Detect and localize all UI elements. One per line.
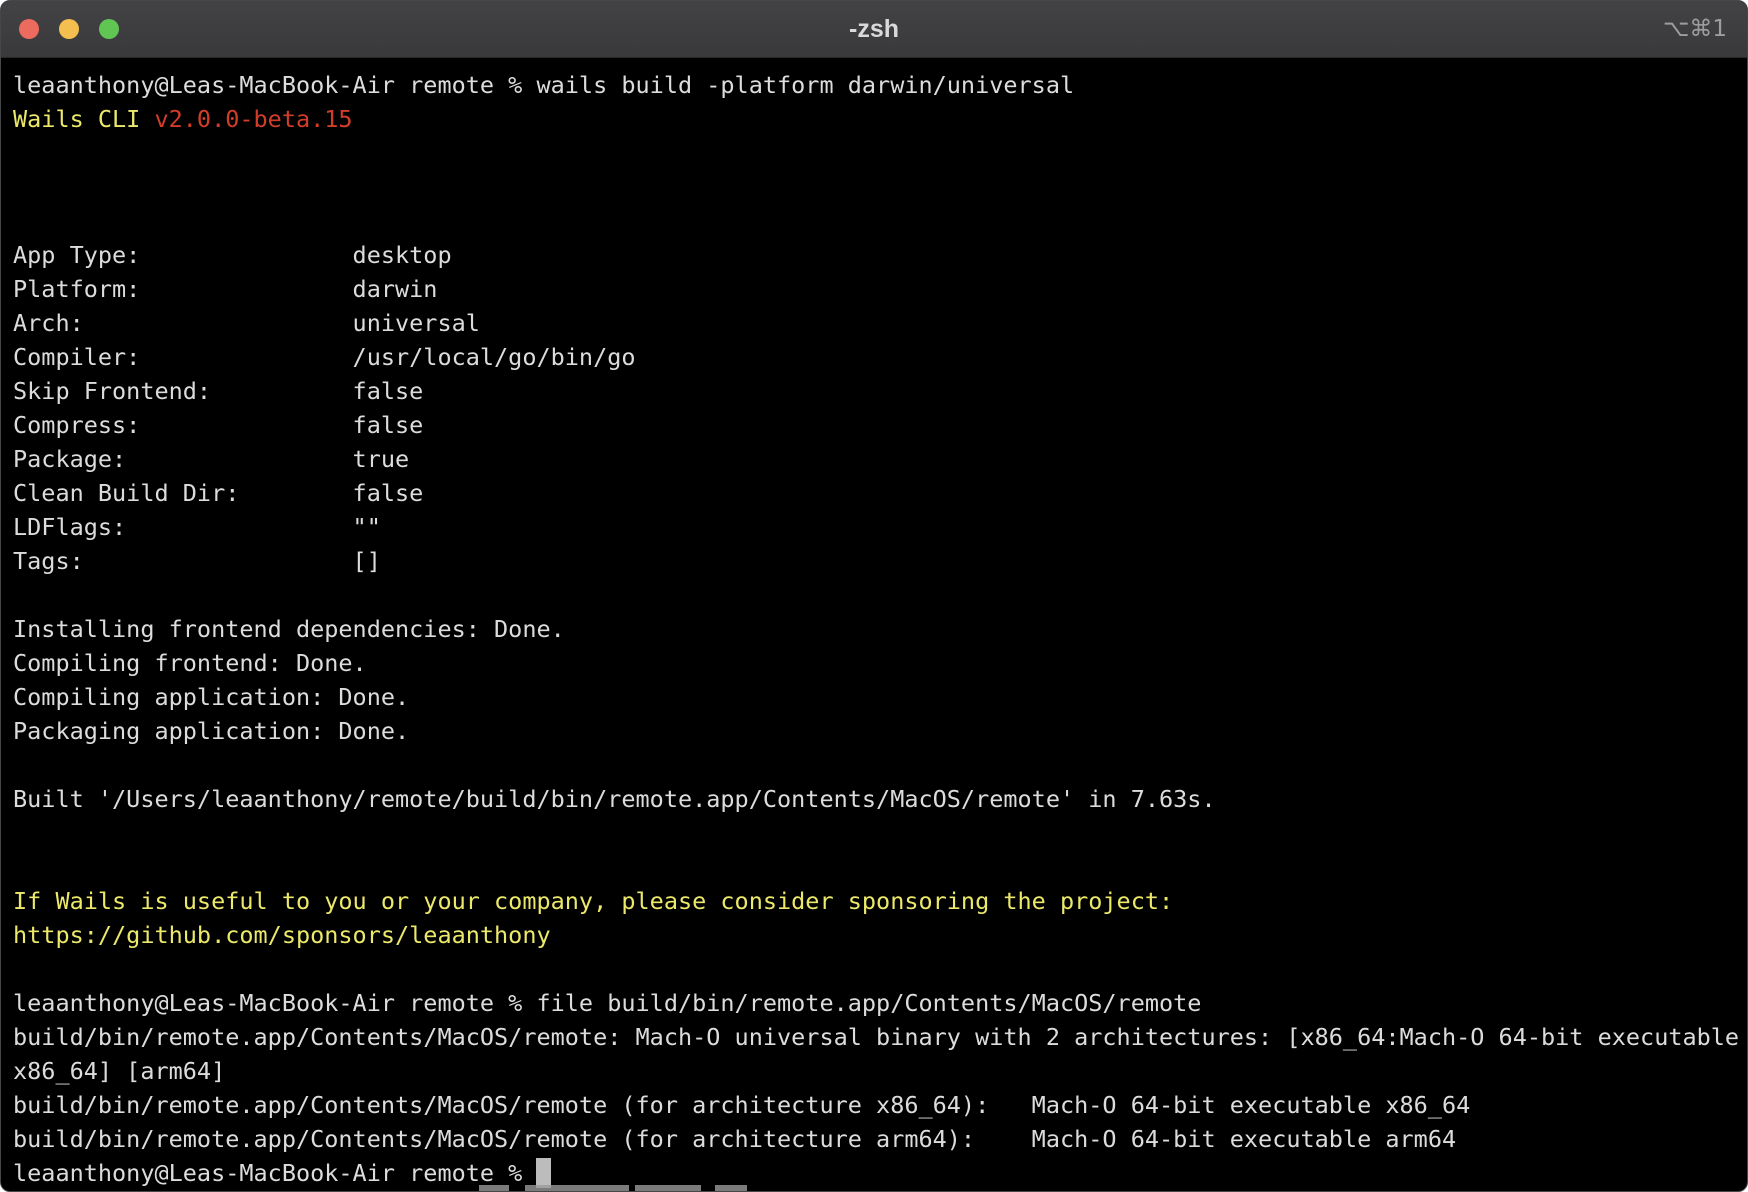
text-segment: Clean Build Dir: false [13, 479, 423, 507]
sponsor-url[interactable]: https://github.com/sponsors/leaanthony [13, 921, 551, 949]
terminal-line [13, 204, 1747, 238]
cutoff-line-artifact [479, 1185, 747, 1191]
wails-cli-version: Wails CLI v2.0.0-beta.15 [13, 102, 1747, 136]
block-cursor [536, 1158, 551, 1188]
text-segment: Built '/Users/leaanthony/remote/build/bi… [13, 785, 1216, 813]
terminal-line [13, 170, 1747, 204]
file-output-universal: build/bin/remote.app/Contents/MacOS/remo… [13, 1020, 1747, 1054]
text-segment: Arch: universal [13, 309, 480, 337]
text-segment: App Type: desktop [13, 241, 452, 269]
sponsor-message: If Wails is useful to you or your compan… [13, 884, 1747, 918]
file-output-universal-wrap: x86_64] [arm64] [13, 1054, 1747, 1088]
prompt-wails-build: leaanthony@Leas-MacBook-Air remote % wai… [13, 68, 1747, 102]
text-segment: If Wails is useful to you or your compan… [13, 887, 1173, 915]
option-arch: Arch: universal [13, 306, 1747, 340]
option-ldflags: LDFlags: "" [13, 510, 1747, 544]
terminal-line [13, 816, 1747, 850]
text-segment: build/bin/remote.app/Contents/MacOS/remo… [13, 1125, 1456, 1153]
option-app-type: App Type: desktop [13, 238, 1747, 272]
close-button[interactable] [19, 19, 39, 39]
option-package: Package: true [13, 442, 1747, 476]
text-segment: x86_64] [arm64] [13, 1057, 225, 1085]
text-segment: build/bin/remote.app/Contents/MacOS/remo… [13, 1091, 1470, 1119]
text-segment: Compiling application: Done. [13, 683, 409, 711]
tab-shortcut-badge: ⌥⌘1 [1663, 1, 1727, 57]
step-packaging-application: Packaging application: Done. [13, 714, 1747, 748]
file-output-x86: build/bin/remote.app/Contents/MacOS/remo… [13, 1088, 1747, 1122]
terminal-line [13, 748, 1747, 782]
terminal-window: -zsh ⌥⌘1 leaanthony@Leas-MacBook-Air rem… [0, 0, 1748, 1192]
terminal-output: leaanthony@Leas-MacBook-Air remote % wai… [13, 68, 1747, 1190]
step-compiling-frontend: Compiling frontend: Done. [13, 646, 1747, 680]
step-installing-deps: Installing frontend dependencies: Done. [13, 612, 1747, 646]
text-segment: leaanthony@Leas-MacBook-Air remote % fil… [13, 989, 1201, 1017]
titlebar[interactable]: -zsh ⌥⌘1 [1, 1, 1747, 58]
text-segment: Packaging application: Done. [13, 717, 409, 745]
built-result: Built '/Users/leaanthony/remote/build/bi… [13, 782, 1747, 816]
minimize-button[interactable] [59, 19, 79, 39]
text-segment: Skip Frontend: false [13, 377, 423, 405]
text-segment: Installing frontend dependencies: Done. [13, 615, 565, 643]
terminal-screen[interactable]: leaanthony@Leas-MacBook-Air remote % wai… [1, 58, 1747, 1192]
terminal-line [13, 952, 1747, 986]
window-title: -zsh [1, 1, 1747, 57]
option-platform: Platform: darwin [13, 272, 1747, 306]
text-segment: Package: true [13, 445, 409, 473]
text-segment: Platform: darwin [13, 275, 437, 303]
text-segment: Compiler: /usr/local/go/bin/go [13, 343, 636, 371]
text-segment: leaanthony@Leas-MacBook-Air remote % [13, 1159, 536, 1187]
text-segment: Tags: [] [13, 547, 381, 575]
text-segment: Compress: false [13, 411, 423, 439]
traffic-lights [19, 19, 119, 39]
text-segment: Wails CLI [13, 105, 154, 133]
text-segment: leaanthony@Leas-MacBook-Air remote % wai… [13, 71, 1074, 99]
option-compress: Compress: false [13, 408, 1747, 442]
option-clean-build-dir: Clean Build Dir: false [13, 476, 1747, 510]
file-output-arm64: build/bin/remote.app/Contents/MacOS/remo… [13, 1122, 1747, 1156]
text-segment: Compiling frontend: Done. [13, 649, 367, 677]
text-segment: LDFlags: "" [13, 513, 381, 541]
option-skip-frontend: Skip Frontend: false [13, 374, 1747, 408]
option-tags: Tags: [] [13, 544, 1747, 578]
sponsor-link-line: https://github.com/sponsors/leaanthony [13, 918, 1747, 952]
terminal-line [13, 136, 1747, 170]
prompt-file-command: leaanthony@Leas-MacBook-Air remote % fil… [13, 986, 1747, 1020]
zoom-button[interactable] [99, 19, 119, 39]
text-segment: v2.0.0-beta.15 [154, 105, 352, 133]
prompt-current: leaanthony@Leas-MacBook-Air remote % [13, 1156, 1747, 1190]
terminal-line [13, 578, 1747, 612]
terminal-line [13, 850, 1747, 884]
text-segment: build/bin/remote.app/Contents/MacOS/remo… [13, 1023, 1739, 1051]
option-compiler: Compiler: /usr/local/go/bin/go [13, 340, 1747, 374]
step-compiling-application: Compiling application: Done. [13, 680, 1747, 714]
